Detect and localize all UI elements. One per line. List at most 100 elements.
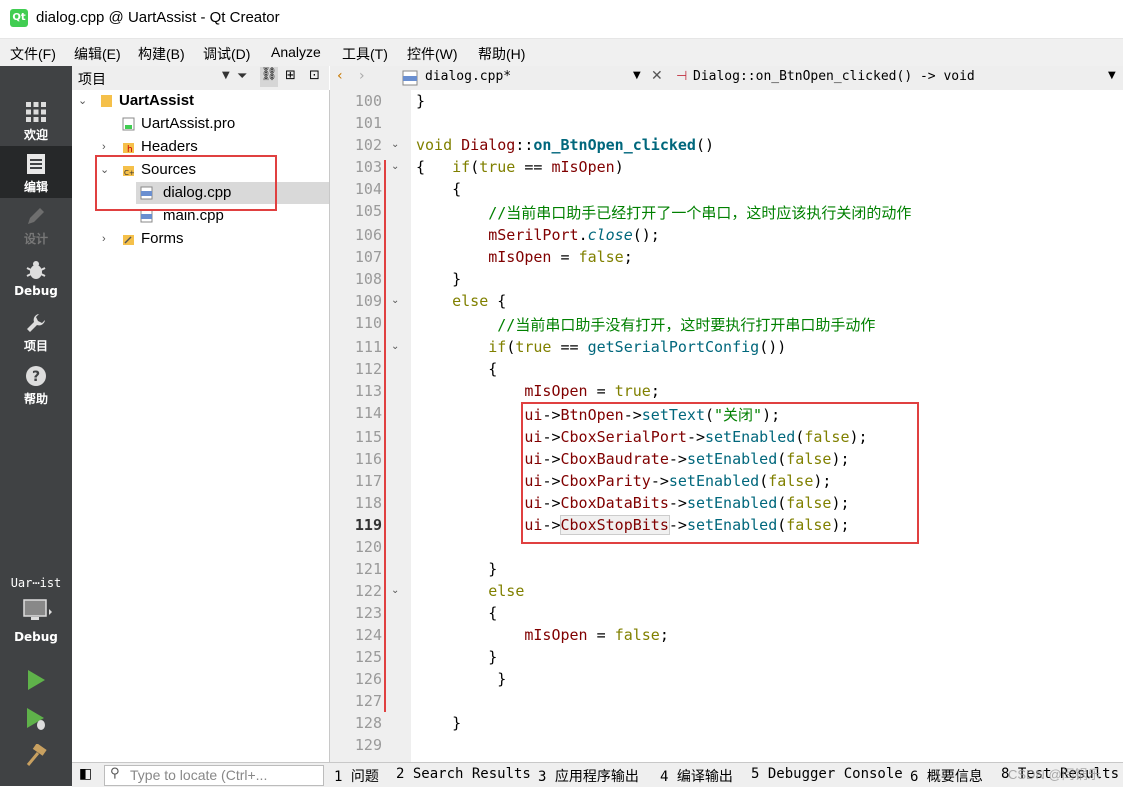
pencil-icon xyxy=(28,208,44,224)
mode-debug[interactable]: Debug xyxy=(0,252,72,304)
line-number: 102 xyxy=(354,136,382,154)
line-number: 111 xyxy=(354,338,382,356)
chevron-right-icon[interactable]: › xyxy=(102,228,114,250)
fold-chevron-icon[interactable]: ⌄ xyxy=(391,139,399,150)
fold-chevron-icon[interactable]: ⌄ xyxy=(391,585,399,596)
line-number: 116 xyxy=(354,450,382,468)
code-line: { xyxy=(416,180,462,198)
svg-text:?: ? xyxy=(32,369,40,385)
watermark: CSDN @闫锅乐 xyxy=(1008,767,1101,782)
code-editor[interactable]: } void Dialog::on_BtnOpen_clicked() { if… xyxy=(411,90,1123,762)
tree-item-pro[interactable]: UartAssist.pro xyxy=(72,113,329,135)
tab-issues[interactable]: 1 问题 xyxy=(334,766,379,786)
tree-item-root[interactable]: ⌄ UartAssist xyxy=(72,90,329,112)
annotation-box-sources xyxy=(95,155,277,211)
menu-help[interactable]: 帮助(H) xyxy=(478,44,525,64)
code-line: //当前串口助手已经打开了一个串口，这时应该执行关闭的动作 xyxy=(488,204,912,222)
forward-icon[interactable]: › xyxy=(359,68,365,84)
tree-forms-label: Forms xyxy=(141,230,184,247)
tab-general-messages[interactable]: 6 概要信息 xyxy=(910,766,983,786)
fold-chevron-icon[interactable]: ⌄ xyxy=(391,295,399,306)
sync-link-icon[interactable]: ⛓ xyxy=(260,67,278,87)
editor-file-tab[interactable]: dialog.cpp* xyxy=(425,69,511,84)
tab-search-results[interactable]: 2 Search Results xyxy=(396,766,531,782)
code-line: //当前串口助手没有打开，这时要执行打开串口助手动作 xyxy=(497,316,876,334)
mode-debug-label: Debug xyxy=(14,284,58,298)
run-button[interactable] xyxy=(24,668,48,696)
hammer-icon xyxy=(26,743,47,766)
line-number: 114 xyxy=(354,404,382,422)
editor-gutter: 100 101 102 ⌄ 103 ⌄ 104 105 106 107 108 109 ⌄ 110 111 ⌄… xyxy=(330,90,411,762)
line-number: 104 xyxy=(354,180,382,198)
pro-file-icon xyxy=(122,117,135,131)
fold-chevron-icon[interactable]: ⌄ xyxy=(391,161,399,172)
menu-debug[interactable]: 调试(D) xyxy=(203,44,250,64)
code-line: mSerilPort.close(); xyxy=(488,226,660,244)
tree-root-label: UartAssist xyxy=(119,92,195,109)
window-title: dialog.cpp @ UartAssist - Qt Creator xyxy=(36,9,280,26)
line-number: 123 xyxy=(354,604,382,622)
grid-icon xyxy=(26,102,46,122)
menu-tools[interactable]: 工具(T) xyxy=(342,44,388,64)
run-icon xyxy=(28,670,45,690)
line-number: 125 xyxy=(354,648,382,666)
build-button[interactable] xyxy=(24,743,48,772)
toggle-sidebar-icon[interactable]: ◧ xyxy=(79,766,92,782)
view-dropdown-icon[interactable]: ▼ xyxy=(222,70,230,81)
line-number: 120 xyxy=(354,538,382,556)
tab-debugger-console[interactable]: 5 Debugger Console xyxy=(751,766,903,782)
code-line: } xyxy=(416,670,507,688)
chevron-down-icon[interactable]: ⌄ xyxy=(78,90,90,112)
close-file-icon[interactable]: ✕ xyxy=(651,68,663,84)
tree-item-forms[interactable]: › Forms xyxy=(72,228,329,250)
file-dropdown-icon[interactable]: ▼ xyxy=(633,70,641,81)
locator-placeholder: Type to locate (Ctrl+... xyxy=(130,767,268,783)
line-number: 101 xyxy=(354,114,382,132)
tab-app-output[interactable]: 3 应用程序输出 xyxy=(538,766,639,786)
code-line: { if(true == mIsOpen) xyxy=(416,158,624,176)
back-icon[interactable]: ‹ xyxy=(337,68,343,84)
debug-run-button[interactable] xyxy=(24,706,48,736)
line-number: 118 xyxy=(354,494,382,512)
mode-edit[interactable]: 编辑 xyxy=(0,146,72,198)
function-dropdown-icon[interactable]: ▼ xyxy=(1108,70,1116,81)
fold-chevron-icon[interactable]: ⌄ xyxy=(391,341,399,352)
menu-build[interactable]: 构建(B) xyxy=(138,44,185,64)
code-line: else xyxy=(488,582,525,600)
annotation-box-ui-calls xyxy=(521,402,919,544)
mode-welcome-label: 欢迎 xyxy=(23,128,48,142)
function-icon: ⊣ xyxy=(676,69,688,84)
line-number: 129 xyxy=(354,736,382,754)
help-icon: ? xyxy=(26,366,46,386)
menu-widgets[interactable]: 控件(W) xyxy=(407,44,458,64)
close-pane-icon[interactable]: ⊡ xyxy=(309,68,320,83)
code-line: } xyxy=(416,648,498,666)
wrench-icon xyxy=(27,314,45,332)
editor-toolbar: ‹ › dialog.cpp* ▼ ✕ ⊣ Dialog::on_BtnOpen… xyxy=(330,66,1123,91)
code-line: } xyxy=(416,714,462,732)
kit-selector[interactable] xyxy=(22,598,52,624)
edit-doc-icon xyxy=(27,154,45,174)
line-number: 115 xyxy=(354,428,382,446)
menu-edit[interactable]: 编辑(E) xyxy=(74,44,121,64)
mode-help-label: 帮助 xyxy=(23,392,48,406)
filter-icon[interactable]: ⏷ xyxy=(237,69,247,84)
mode-design[interactable]: 设计 xyxy=(0,198,72,250)
mode-design-label: 设计 xyxy=(23,232,48,246)
search-icon: ⚲ xyxy=(110,766,120,781)
code-line: mIsOpen = false; xyxy=(524,626,669,644)
mode-help[interactable]: ? 帮助 xyxy=(0,358,72,410)
menu-analyze[interactable]: Analyze xyxy=(271,44,321,60)
function-selector[interactable]: Dialog::on_BtnOpen_clicked() -> void xyxy=(693,69,975,84)
tab-compile-output[interactable]: 4 编译输出 xyxy=(660,766,733,786)
locator-input[interactable]: ⚲ Type to locate (Ctrl+... xyxy=(104,765,324,786)
svg-text:h: h xyxy=(127,145,133,154)
mode-projects[interactable]: 项目 xyxy=(0,305,72,357)
menu-file[interactable]: 文件(F) xyxy=(10,44,56,64)
line-number: 117 xyxy=(354,472,382,490)
code-line: else { xyxy=(452,292,507,310)
mode-welcome[interactable]: 欢迎 xyxy=(0,94,72,146)
headers-folder-icon: h xyxy=(123,143,134,154)
split-icon[interactable]: ⊞ xyxy=(285,68,296,83)
code-line: } xyxy=(416,560,498,578)
